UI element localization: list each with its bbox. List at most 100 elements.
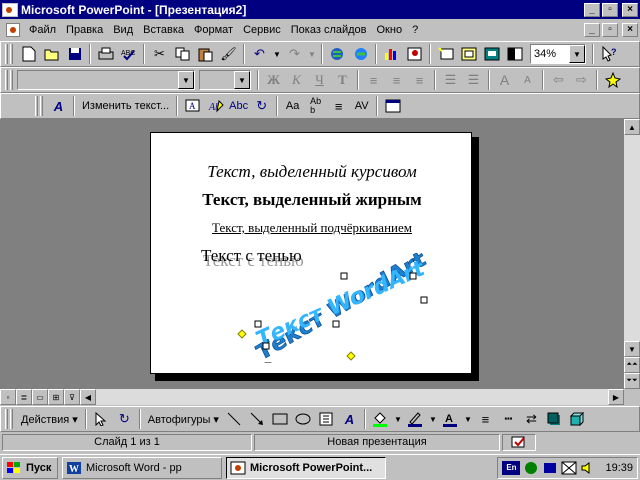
scroll-right-icon[interactable]: ▶ bbox=[608, 389, 624, 405]
align-right-icon[interactable]: ≡ bbox=[408, 69, 431, 91]
open-icon[interactable] bbox=[40, 43, 63, 65]
start-button[interactable]: Пуск bbox=[2, 456, 58, 479]
align-left-icon[interactable]: ≡ bbox=[362, 69, 385, 91]
slideshow-view-icon[interactable]: ⊽ bbox=[64, 389, 80, 405]
character-spacing-icon[interactable]: AV bbox=[350, 95, 373, 117]
slide-canvas[interactable]: Текст, выделенный курсивом Текст, выделе… bbox=[150, 132, 472, 374]
line-color-icon[interactable] bbox=[404, 408, 427, 430]
web-toolbar-icon[interactable] bbox=[349, 43, 372, 65]
increase-font-icon[interactable]: A bbox=[493, 69, 516, 91]
format-wordart-icon[interactable]: Ab bbox=[204, 95, 227, 117]
fill-color-dropdown-icon[interactable]: ▼ bbox=[392, 408, 404, 430]
task-powerpoint[interactable]: Microsoft PowerPoint... bbox=[226, 456, 386, 479]
underline-text[interactable]: Текст, выделенный подчёркиванием bbox=[151, 220, 473, 236]
align-center-icon[interactable]: ≡ bbox=[385, 69, 408, 91]
scroll-down-icon[interactable]: ▼ bbox=[624, 341, 640, 357]
slide-view-icon[interactable]: ▭ bbox=[32, 389, 48, 405]
font-color-icon[interactable]: A bbox=[439, 408, 462, 430]
menu-edit[interactable]: Правка bbox=[61, 24, 108, 36]
previous-slide-icon[interactable]: ⏶⏶ bbox=[624, 357, 640, 373]
free-rotate-icon[interactable]: ↻ bbox=[250, 95, 273, 117]
close-button[interactable]: × bbox=[622, 2, 638, 17]
underline-icon[interactable]: Ч bbox=[308, 69, 331, 91]
menu-view[interactable]: Вид bbox=[108, 24, 138, 36]
normal-view-icon[interactable]: ▫ bbox=[0, 389, 16, 405]
slide-layout-icon[interactable] bbox=[457, 43, 480, 65]
text-shadow-icon[interactable]: Т bbox=[331, 69, 354, 91]
numbering-icon[interactable]: ☰ bbox=[439, 69, 462, 91]
save-icon[interactable] bbox=[63, 43, 86, 65]
oval-icon[interactable] bbox=[292, 408, 315, 430]
insert-clipart-icon[interactable] bbox=[403, 43, 426, 65]
slide-work-area[interactable]: Текст, выделенный курсивом Текст, выделе… bbox=[0, 119, 624, 389]
doc-close-button[interactable]: × bbox=[622, 23, 638, 37]
slide-sorter-icon[interactable] bbox=[381, 95, 404, 117]
zoom-select[interactable]: 34% ▼ bbox=[530, 44, 586, 64]
dash-style-icon[interactable]: ┅ bbox=[497, 408, 520, 430]
bold-text[interactable]: Текст, выделенный жирным bbox=[151, 190, 473, 210]
arrow-style-icon[interactable]: ⇄ bbox=[520, 408, 543, 430]
print-icon[interactable] bbox=[94, 43, 117, 65]
fill-color-icon[interactable] bbox=[369, 408, 392, 430]
new-slide-icon[interactable] bbox=[434, 43, 457, 65]
insert-wordart-icon[interactable]: A bbox=[47, 95, 70, 117]
text-box-icon[interactable] bbox=[315, 408, 338, 430]
menu-window[interactable]: Окно bbox=[372, 24, 408, 36]
chevron-down-icon[interactable]: ▼ bbox=[234, 71, 250, 89]
slide-sorter-view-icon[interactable]: ⊞ bbox=[48, 389, 64, 405]
hyperlink-icon[interactable] bbox=[326, 43, 349, 65]
vertical-scrollbar[interactable]: ▲ ▼ ⏶⏶ ⏷⏷ bbox=[624, 119, 640, 389]
menu-tools[interactable]: Сервис bbox=[238, 24, 286, 36]
line-color-dropdown-icon[interactable]: ▼ bbox=[427, 408, 439, 430]
language-indicator[interactable]: En bbox=[502, 460, 521, 475]
scroll-left-icon[interactable]: ◀ bbox=[80, 389, 96, 405]
restore-button[interactable]: ▫ bbox=[602, 2, 618, 17]
apply-design-icon[interactable] bbox=[480, 43, 503, 65]
network-icon[interactable] bbox=[542, 461, 558, 475]
menu-format[interactable]: Формат bbox=[189, 24, 238, 36]
menu-help[interactable]: ? bbox=[407, 24, 423, 36]
wordart-gallery-icon[interactable]: A bbox=[181, 95, 204, 117]
shadow-icon[interactable] bbox=[543, 408, 566, 430]
powerpoint-app-icon[interactable] bbox=[2, 2, 18, 17]
same-letter-heights-icon[interactable]: Aa bbox=[281, 95, 304, 117]
zip-icon[interactable] bbox=[523, 461, 539, 475]
minimize-button[interactable]: _ bbox=[584, 2, 600, 17]
menu-slideshow[interactable]: Показ слайдов bbox=[286, 24, 372, 36]
italic-text[interactable]: Текст, выделенный курсивом bbox=[151, 162, 473, 182]
cut-icon[interactable]: ✂ bbox=[148, 43, 171, 65]
font-size-select[interactable]: ▼ bbox=[199, 70, 251, 90]
line-style-icon[interactable]: ≡ bbox=[474, 408, 497, 430]
animation-effects-icon[interactable] bbox=[601, 69, 624, 91]
document-icon[interactable] bbox=[6, 23, 20, 37]
volume-icon[interactable] bbox=[580, 461, 596, 475]
spelling-icon[interactable]: ABC bbox=[117, 43, 140, 65]
help-icon[interactable]: ? bbox=[597, 43, 620, 65]
paste-icon[interactable] bbox=[194, 43, 217, 65]
flag-icon[interactable] bbox=[561, 461, 577, 475]
insert-chart-icon[interactable] bbox=[380, 43, 403, 65]
new-icon[interactable] bbox=[17, 43, 40, 65]
promote-icon[interactable]: ⇦ bbox=[547, 69, 570, 91]
menu-insert[interactable]: Вставка bbox=[138, 24, 189, 36]
chevron-down-icon[interactable]: ▼ bbox=[178, 71, 194, 89]
chevron-down-icon[interactable]: ▼ bbox=[569, 45, 585, 63]
bullets-icon[interactable]: ☰ bbox=[462, 69, 485, 91]
doc-restore-button[interactable]: ▫ bbox=[602, 23, 618, 37]
decrease-font-icon[interactable]: A bbox=[516, 69, 539, 91]
3d-icon[interactable] bbox=[566, 408, 589, 430]
undo-dropdown-icon[interactable]: ▼ bbox=[271, 43, 283, 65]
wordart-shape-icon[interactable]: Abc bbox=[227, 95, 250, 117]
task-word[interactable]: W Microsoft Word - pp bbox=[62, 456, 222, 479]
free-rotate-icon[interactable]: ↻ bbox=[113, 408, 136, 430]
outline-view-icon[interactable]: ≣ bbox=[16, 389, 32, 405]
font-color-dropdown-icon[interactable]: ▼ bbox=[462, 408, 474, 430]
black-white-view-icon[interactable] bbox=[503, 43, 526, 65]
line-icon[interactable] bbox=[223, 408, 246, 430]
menu-file[interactable]: Файл bbox=[24, 24, 61, 36]
bold-icon[interactable]: Ж bbox=[262, 69, 285, 91]
spelling-status-icon[interactable] bbox=[502, 433, 536, 451]
next-slide-icon[interactable]: ⏷⏷ bbox=[624, 373, 640, 389]
scroll-up-icon[interactable]: ▲ bbox=[624, 119, 640, 135]
alignment-icon[interactable]: ≡ bbox=[327, 95, 350, 117]
